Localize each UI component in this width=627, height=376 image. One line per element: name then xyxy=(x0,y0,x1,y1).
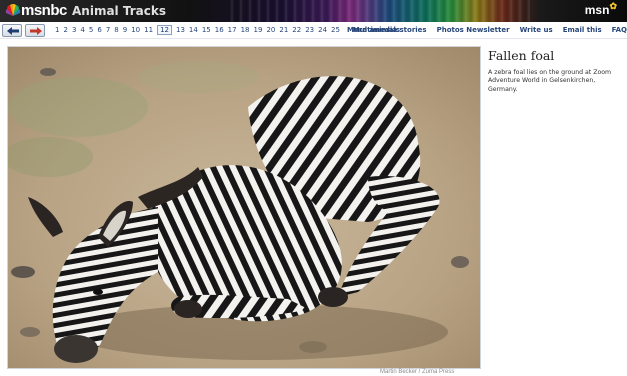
page-link-12[interactable]: 12 xyxy=(157,25,172,35)
page-link-11[interactable]: 11 xyxy=(144,26,153,34)
photo-credit: Martin Becker / Zuma Press xyxy=(380,369,455,375)
previous-button[interactable] xyxy=(2,24,22,37)
page-link-25[interactable]: 25 xyxy=(331,26,340,34)
msn-logo[interactable]: msn✿ xyxy=(584,1,617,17)
page-link-19[interactable]: 19 xyxy=(254,26,263,34)
page-link-9[interactable]: 9 xyxy=(123,26,127,34)
page-link-23[interactable]: 23 xyxy=(305,26,314,34)
nbc-peacock-icon xyxy=(5,3,21,16)
slideshow-navbar: 1 2 3 4 5 6 7 8 9 10 11 12 13 14 15 16 17 18 19 20 21 22 23 24 2… xyxy=(0,22,627,39)
page-link-3[interactable]: 3 xyxy=(72,26,76,34)
page-link-16[interactable]: 16 xyxy=(215,26,224,34)
page-link-24[interactable]: 24 xyxy=(318,26,327,34)
page-link-1[interactable]: 1 xyxy=(55,26,59,34)
header-color-stripes xyxy=(230,0,530,22)
arrow-left-icon xyxy=(7,27,19,35)
main-photo[interactable] xyxy=(7,46,481,369)
caption-text: A zebra foal lies on the ground at Zoom … xyxy=(488,69,612,93)
next-button[interactable] xyxy=(25,24,45,37)
zebra-foal-image xyxy=(8,47,480,368)
page-link-6[interactable]: 6 xyxy=(97,26,101,34)
page-link-8[interactable]: 8 xyxy=(114,26,118,34)
page-link-20[interactable]: 20 xyxy=(266,26,275,34)
page-link-22[interactable]: 22 xyxy=(292,26,301,34)
msnbc-logo[interactable]: msnbc xyxy=(21,2,67,19)
page-link-21[interactable]: 21 xyxy=(279,26,288,34)
top-link-faq[interactable]: FAQ xyxy=(612,26,627,34)
page-link-5[interactable]: 5 xyxy=(89,26,93,34)
page-link-18[interactable]: 18 xyxy=(241,26,250,34)
site-header: msnbc Animal Tracks msn✿ xyxy=(0,0,627,22)
top-link-multimedia-stories[interactable]: Multimedia stories xyxy=(353,26,427,34)
msn-logo-text: msn xyxy=(584,3,610,17)
butterfly-icon: ✿ xyxy=(609,1,617,11)
caption-title: Fallen foal xyxy=(488,48,555,63)
page-link-7[interactable]: 7 xyxy=(106,26,110,34)
section-title[interactable]: Animal Tracks xyxy=(72,4,166,18)
arrow-right-icon xyxy=(30,27,42,35)
page-link-4[interactable]: 4 xyxy=(80,26,84,34)
page-link-14[interactable]: 14 xyxy=(189,26,198,34)
page-link-15[interactable]: 15 xyxy=(202,26,211,34)
page-link-13[interactable]: 13 xyxy=(176,26,185,34)
top-link-email-this[interactable]: Email this xyxy=(563,26,602,34)
top-links: Multimedia stories Photos Newsletter Write… xyxy=(343,26,627,34)
top-link-write-us[interactable]: Write us xyxy=(520,26,553,34)
page-link-10[interactable]: 10 xyxy=(131,26,140,34)
top-link-photos-newsletter[interactable]: Photos Newsletter xyxy=(437,26,510,34)
page-link-17[interactable]: 17 xyxy=(228,26,237,34)
page-link-2[interactable]: 2 xyxy=(63,26,67,34)
